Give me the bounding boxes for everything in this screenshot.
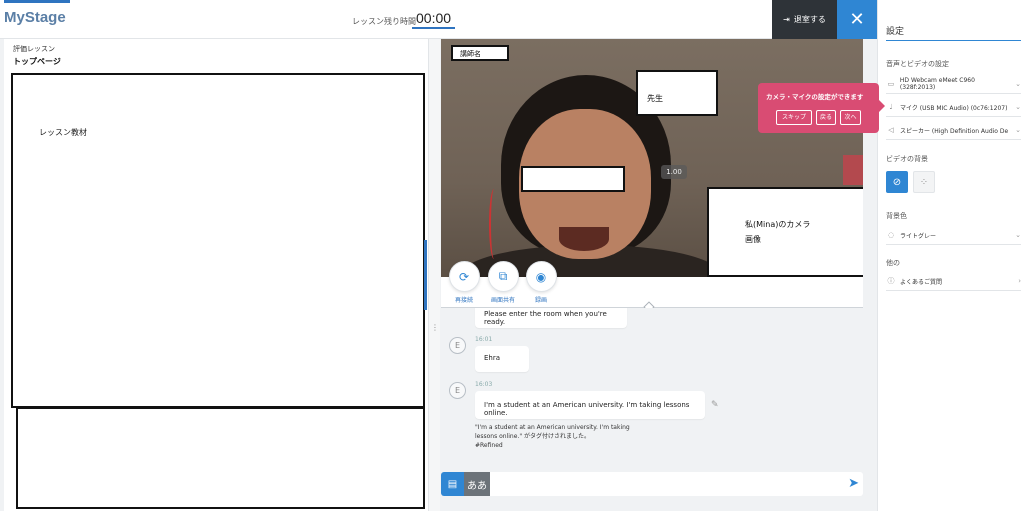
page-title: トップページ xyxy=(13,57,61,66)
tooltip-next-button[interactable]: 次へ xyxy=(840,110,861,125)
remaining-time-label: レッスン残り時間 xyxy=(352,17,416,26)
tooltip-arrow xyxy=(879,100,885,112)
settings-tooltip: カメラ・マイクの設定ができます スキップ 戻る 次へ xyxy=(758,83,879,133)
background-color-select[interactable]: ◌ ライトグレー ⌄ xyxy=(886,226,1021,245)
panel-resize-handle[interactable] xyxy=(429,39,440,511)
breadcrumb[interactable]: 評価レッスン xyxy=(13,44,55,54)
exit-room-button[interactable]: ⇥ 退室する xyxy=(772,0,837,39)
redacted-area xyxy=(16,407,425,509)
chat-message-1: Ehra xyxy=(475,346,529,372)
tag-notice-line3: #Refined xyxy=(475,442,503,449)
message-time: 16:01 xyxy=(475,336,493,343)
video-background-heading: ビデオの背景 xyxy=(886,155,928,163)
reconnect-icon[interactable]: ⟳ xyxy=(448,261,480,292)
teacher-name-tag: 講師名 xyxy=(451,45,509,61)
speaker-icon: ◁ xyxy=(888,126,894,134)
tag-notice-line2: lessons online." がタグ付けされました。 xyxy=(475,433,590,440)
teacher-video: 講師名 先生 1.00 私(Mina)のカメラ 画像 xyxy=(441,39,863,277)
top-header: MyStage レッスン残り時間 00:00 ⇥ 退室する ✕ xyxy=(0,0,877,39)
mic-value: マイク (USB MIC Audio) (0c76:1207) xyxy=(900,104,1008,112)
mic-icon: ♩ xyxy=(889,103,893,111)
camera-select[interactable]: ▭ HD Webcam eMeet C960 (328f:2013) ⌄ xyxy=(886,75,1021,94)
camera-value: HD Webcam eMeet C960 (328f:2013) xyxy=(899,77,975,91)
background-object xyxy=(843,155,863,185)
avatar-icon: E xyxy=(449,382,466,399)
blur-background-icon[interactable]: ⁘ xyxy=(913,171,935,193)
no-background-icon[interactable]: ⊘ xyxy=(886,171,908,193)
chevron-down-icon: ⌄ xyxy=(1015,103,1021,111)
speaker-value: スピーカー (High Definition Audio De xyxy=(900,127,1009,135)
chat-mode-button[interactable]: ▤ xyxy=(441,472,464,496)
background-color-value: ライトグレー xyxy=(900,232,937,240)
help-icon: ⓘ xyxy=(887,277,895,285)
exit-icon: ⇥ xyxy=(783,15,790,24)
record-icon[interactable]: ◉ xyxy=(525,261,557,292)
lesson-material-panel: 評価レッスン トップページ レッスン教材 xyxy=(4,39,429,511)
record-control[interactable]: ◉ 録画 xyxy=(519,261,563,304)
lesson-material-area[interactable]: レッスン教材 xyxy=(11,73,425,408)
close-button[interactable]: ✕ xyxy=(837,0,877,39)
screen-share-icon[interactable]: ⧉ xyxy=(487,261,519,292)
reconnect-control[interactable]: ⟳ 再接続 xyxy=(442,261,486,304)
exit-room-label: 退室する xyxy=(793,15,826,24)
chevron-down-icon: ⌄ xyxy=(1015,126,1021,134)
chat-input-bar: ▤ ああ ➤ xyxy=(441,472,863,496)
settings-title: 設定 xyxy=(886,27,905,37)
self-camera-label-line1: 私(Mina)のカメラ xyxy=(745,220,811,229)
edit-icon[interactable]: ✎ xyxy=(711,400,719,410)
chevron-down-icon: ⌄ xyxy=(1015,231,1021,239)
close-icon: ✕ xyxy=(849,9,865,30)
headset-cable xyxy=(489,189,499,259)
message-time: 16:03 xyxy=(475,381,493,388)
av-settings-heading: 音声とビデオの設定 xyxy=(886,60,949,68)
drag-handle-icon[interactable]: ⋮ xyxy=(431,323,439,332)
other-heading: 他の xyxy=(886,259,900,267)
self-camera-label-line2: 画像 xyxy=(745,235,761,244)
app-logo[interactable]: MyStage xyxy=(4,9,66,26)
chevron-down-icon: ⌄ xyxy=(1015,80,1021,88)
tooltip-skip-button[interactable]: スキップ xyxy=(776,110,812,125)
tag-notice: "I'm a student at an American university… xyxy=(475,423,635,450)
chat-message-0: Please enter the room when you're ready. xyxy=(475,308,627,328)
background-color-heading: 背景色 xyxy=(886,212,907,220)
reconnect-label: 再接続 xyxy=(454,297,473,304)
video-controls: ⟳ 再接続 ⧉ 画面共有 ◉ 録画 xyxy=(441,261,863,307)
chevron-right-icon: › xyxy=(1018,277,1021,285)
teacher-label-box: 先生 xyxy=(636,70,718,116)
chat-message-text: Ehra xyxy=(484,354,501,362)
chat-log[interactable]: Please enter the room when you're ready.… xyxy=(441,308,863,470)
remaining-time-value: 00:00 xyxy=(412,10,456,29)
app-root: MyStage レッスン残り時間 00:00 ⇥ 退室する ✕ 評価レッスン ト… xyxy=(0,0,1024,511)
chat-message-text: Please enter the room when you're ready. xyxy=(484,310,607,326)
record-label: 録画 xyxy=(534,297,547,304)
tooltip-text: カメラ・マイクの設定ができます xyxy=(766,93,864,101)
tag-notice-line1: "I'm a student at an American university… xyxy=(475,424,630,431)
teacher-mouth xyxy=(559,227,609,251)
chat-bubble-icon: ▤ xyxy=(447,478,458,490)
settings-panel: 設定 音声とビデオの設定 ▭ HD Webcam eMeet C960 (328… xyxy=(877,0,1024,511)
logo-accent-bar xyxy=(4,0,70,3)
kana-input-button[interactable]: ああ xyxy=(464,472,490,496)
faq-label: よくあるご質問 xyxy=(900,278,943,286)
tooltip-back-button[interactable]: 戻る xyxy=(816,110,836,125)
settings-title-underline xyxy=(886,40,1021,41)
camera-icon: ▭ xyxy=(887,80,895,88)
self-camera-preview: 私(Mina)のカメラ 画像 xyxy=(707,187,863,277)
scroll-indicator[interactable] xyxy=(424,240,427,310)
lesson-material-label: レッスン教材 xyxy=(39,128,87,137)
speaker-select[interactable]: ◁ スピーカー (High Definition Audio De ⌄ xyxy=(886,121,1021,140)
send-icon[interactable]: ➤ xyxy=(848,476,859,491)
chat-message-text: I'm a student at an American university.… xyxy=(484,401,690,417)
zoom-level-badge: 1.00 xyxy=(661,165,687,179)
avatar-icon: E xyxy=(449,337,466,354)
palette-icon: ◌ xyxy=(887,231,895,239)
eyes-redaction-box xyxy=(521,166,625,192)
mic-select[interactable]: ♩ マイク (USB MIC Audio) (0c76:1207) ⌄ xyxy=(886,98,1021,117)
chat-message-2[interactable]: I'm a student at an American university.… xyxy=(475,391,705,419)
faq-link[interactable]: ⓘ よくあるご質問 › xyxy=(886,272,1021,291)
